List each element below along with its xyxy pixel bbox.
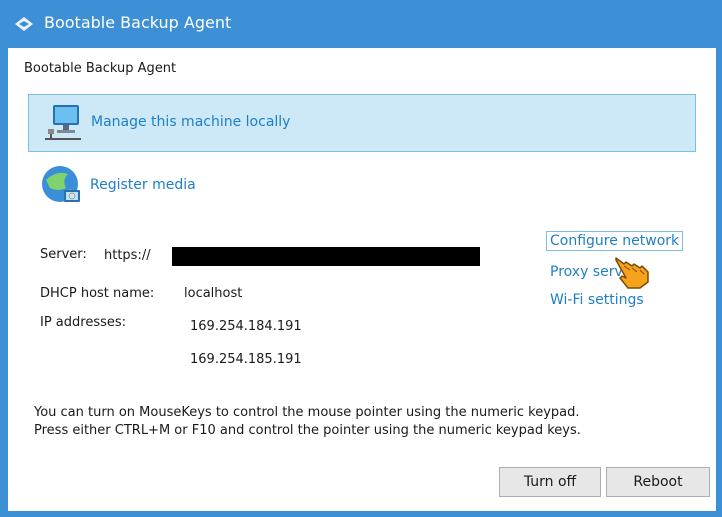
menu-item-label: Register media [90,177,196,193]
note-line-2: Press either CTRL+M or F10 and control t… [34,423,581,438]
menu-item-register-media[interactable]: Register media [28,158,696,216]
dhcp-value: localhost [184,286,243,301]
server-value: https:// [104,248,151,263]
dhcp-label: DHCP host name: [40,286,155,301]
title-bar: Bootable Backup Agent [0,0,722,48]
globe-computer-icon [42,166,80,202]
ip-label: IP addresses: [40,315,127,330]
app-window: Bootable Backup Agent Bootable Backup Ag… [0,0,722,517]
hand-cursor-icon [615,257,649,289]
page-header: Bootable Backup Agent [24,61,177,76]
computer-network-icon [45,105,81,140]
menu-item-label: Manage this machine locally [91,114,291,130]
note-line-1: You can turn on MouseKeys to control the… [34,405,580,420]
wifi-settings-link[interactable]: Wi-Fi settings [550,292,644,308]
menu-item-manage-locally[interactable]: Manage this machine locally [28,94,696,152]
mousekeys-note: You can turn on MouseKeys to control the… [34,404,714,440]
server-label: Server: [40,247,87,262]
ip-address-2: 169.254.185.191 [190,352,302,367]
turn-off-button[interactable]: Turn off [499,467,601,497]
app-logo-icon [15,17,33,31]
reboot-button[interactable]: Reboot [606,467,710,497]
server-redaction [172,247,480,266]
ip-address-1: 169.254.184.191 [190,319,302,334]
window-title: Bootable Backup Agent [44,13,232,32]
